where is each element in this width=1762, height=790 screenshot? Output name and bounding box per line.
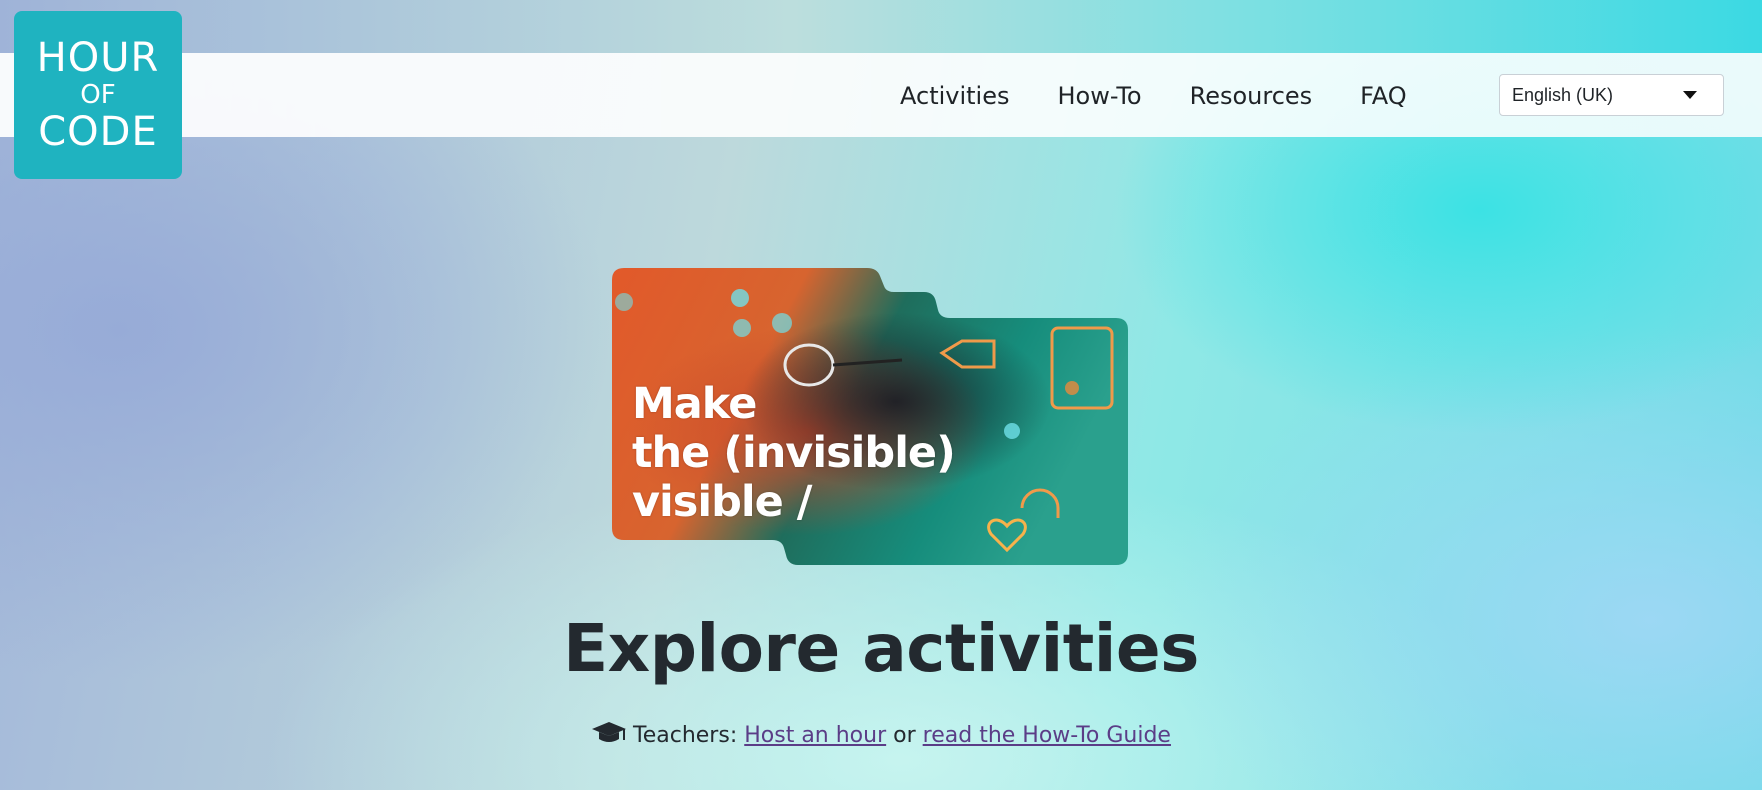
hero-line-2: the (invisible) bbox=[632, 428, 956, 478]
language-select[interactable]: English (UK) bbox=[1499, 74, 1724, 116]
how-to-guide-link[interactable]: read the How-To Guide bbox=[923, 723, 1171, 748]
host-an-hour-link[interactable]: Host an hour bbox=[744, 723, 886, 748]
hero-line-1: Make bbox=[632, 379, 757, 429]
hero-banner-image: Make the (invisible) visible / bbox=[612, 268, 1128, 565]
or-text: or bbox=[893, 723, 916, 748]
main-navigation: Activities How-To Resources FAQ bbox=[900, 78, 1407, 114]
hero-line-3: visible / bbox=[632, 477, 812, 527]
caret-down-icon bbox=[1683, 91, 1697, 99]
nav-how-to[interactable]: How-To bbox=[1058, 82, 1142, 110]
nav-faq[interactable]: FAQ bbox=[1360, 82, 1407, 110]
teachers-line: Teachers: Host an hour or read the How-T… bbox=[0, 720, 1762, 752]
logo-line-code: CODE bbox=[38, 109, 158, 155]
site-header bbox=[0, 53, 1762, 137]
hero-slogan: Make the (invisible) visible / bbox=[632, 379, 956, 527]
logo-line-of: OF bbox=[80, 80, 116, 110]
nav-resources[interactable]: Resources bbox=[1190, 82, 1313, 110]
top-color-band bbox=[0, 0, 1762, 53]
teachers-label: Teachers: bbox=[633, 723, 738, 748]
page-title: Explore activities bbox=[563, 610, 1199, 687]
language-select-value: English (UK) bbox=[1512, 84, 1614, 105]
hour-of-code-logo[interactable]: HOUR OF CODE bbox=[14, 11, 182, 179]
logo-line-hour: HOUR bbox=[36, 35, 160, 81]
nav-activities[interactable]: Activities bbox=[900, 82, 1010, 110]
graduation-cap-icon bbox=[591, 720, 627, 752]
